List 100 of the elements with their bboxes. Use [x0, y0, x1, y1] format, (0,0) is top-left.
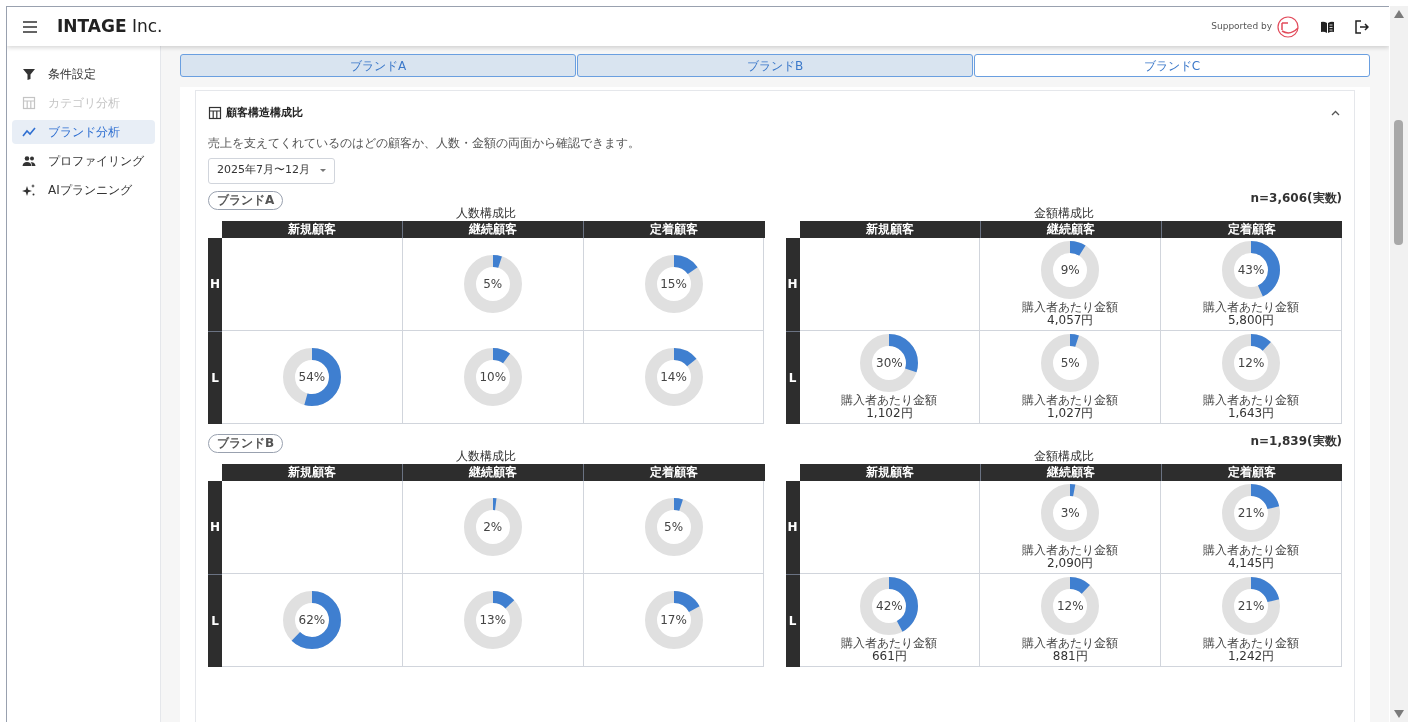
- column-header: 新規顧客: [222, 220, 403, 238]
- dropdown-caret-icon: [320, 169, 326, 172]
- percent-label: 5%: [1059, 354, 1081, 371]
- donut-chart: [644, 497, 703, 556]
- percent-label: 30%: [875, 354, 904, 371]
- percent-label: 15%: [659, 275, 688, 292]
- donut-chart: [463, 590, 522, 649]
- percent-label: 12%: [1055, 597, 1085, 614]
- column-header: 定着顧客: [1160, 463, 1342, 481]
- amount-caption: 購入者あたり金額: [1022, 393, 1119, 407]
- donut-chart: [1041, 576, 1100, 635]
- donut-chart: [463, 254, 522, 313]
- panel-title: 人数構成比: [455, 205, 518, 221]
- sidebar-item[interactable]: ブランド分析: [12, 120, 155, 144]
- row-header: H: [208, 237, 222, 331]
- menu-icon[interactable]: [23, 20, 37, 33]
- amount-value: 1,027円: [1047, 406, 1094, 420]
- sidebar-item[interactable]: 条件設定: [12, 62, 155, 86]
- row-header: H: [208, 480, 222, 574]
- amount-value: 1,242円: [1227, 649, 1275, 663]
- table-icon: [22, 96, 36, 110]
- scroll-up-icon[interactable]: [1394, 10, 1404, 18]
- sidebar-item[interactable]: AIプランニング: [12, 178, 155, 202]
- amount-caption: 購入者あたり金額: [1022, 300, 1119, 314]
- amount-value: 4,145円: [1227, 556, 1275, 570]
- brand-tab[interactable]: ブランドA: [180, 54, 576, 77]
- panel-title: 金額構成比: [1032, 205, 1095, 221]
- row-header: L: [785, 330, 800, 424]
- card-title: 顧客構造構成比: [226, 105, 303, 121]
- collapse-chevron-icon[interactable]: [1331, 109, 1340, 117]
- period-dropdown[interactable]: 2025年7月〜12月: [208, 157, 335, 184]
- amount-caption: 購入者あたり金額: [1203, 636, 1300, 650]
- scroll-down-icon[interactable]: [1394, 710, 1404, 718]
- scrollbar[interactable]: [1390, 6, 1408, 722]
- percent-label: 42%: [875, 597, 904, 614]
- donut-chart: [1222, 576, 1281, 635]
- amount-caption: 購入者あたり金額: [1022, 543, 1119, 557]
- supported-by-label: Supported by: [1211, 19, 1272, 33]
- donut-chart: [644, 254, 703, 313]
- book-icon[interactable]: [1320, 19, 1335, 34]
- amount-value: 661円: [871, 649, 907, 663]
- donut-chart: [860, 333, 919, 392]
- percent-label: 54%: [297, 368, 327, 385]
- amount-value: 1,643円: [1227, 406, 1275, 420]
- percent-label: 9%: [1059, 261, 1081, 278]
- donut-chart: [1222, 483, 1281, 542]
- percent-label: 12%: [1236, 354, 1266, 371]
- people-icon: [22, 154, 36, 168]
- amount-caption: 購入者あたり金額: [1203, 300, 1300, 314]
- table-icon: [208, 106, 222, 121]
- row-header: H: [785, 480, 800, 574]
- filter-icon: [22, 67, 36, 81]
- amount-value: 4,057円: [1047, 313, 1094, 327]
- sparkle-icon: [22, 183, 36, 197]
- column-header: 継続顧客: [979, 463, 1161, 481]
- percent-label: 21%: [1236, 597, 1266, 614]
- donut-chart: [860, 576, 919, 635]
- amount-value: 881円: [1052, 649, 1088, 663]
- trend-line-icon: [22, 125, 36, 139]
- donut-chart: [1041, 333, 1100, 392]
- percent-label: 43%: [1236, 261, 1266, 278]
- donut-chart: [463, 347, 522, 406]
- column-header: 新規顧客: [799, 220, 980, 238]
- percent-label: 21%: [1236, 504, 1266, 521]
- amount-caption: 購入者あたり金額: [1203, 543, 1300, 557]
- logout-icon[interactable]: [1355, 19, 1369, 34]
- scrollbar-thumb[interactable]: [1394, 120, 1403, 245]
- percent-label: 13%: [478, 611, 508, 628]
- percent-label: 5%: [482, 275, 504, 292]
- amount-caption: 購入者あたり金額: [1022, 636, 1119, 650]
- donut-chart: [1041, 240, 1100, 299]
- donut-chart: [644, 590, 703, 649]
- column-header: 定着顧客: [583, 463, 765, 481]
- panel-title: 人数構成比: [455, 448, 518, 464]
- amount-value: 1,102円: [866, 406, 913, 420]
- column-header: 定着顧客: [1160, 220, 1342, 238]
- amount-value: 5,800円: [1227, 313, 1275, 327]
- percent-label: 2%: [482, 518, 504, 535]
- row-header: H: [785, 237, 800, 331]
- column-header: 継続顧客: [979, 220, 1161, 238]
- row-header: L: [208, 330, 222, 424]
- amount-caption: 購入者あたり金額: [1203, 393, 1300, 407]
- partner-logo-icon: [1276, 15, 1300, 38]
- donut-chart: [282, 590, 341, 649]
- donut-chart: [282, 347, 341, 406]
- percent-label: 5%: [663, 518, 685, 535]
- brand-tab[interactable]: ブランドC: [974, 54, 1370, 77]
- column-header: 新規顧客: [222, 463, 403, 481]
- app-logo: INTAGE Inc.: [57, 14, 163, 38]
- donut-chart: [463, 497, 522, 556]
- brand-tab[interactable]: ブランドB: [577, 54, 973, 77]
- donut-chart: [644, 347, 703, 406]
- row-header: L: [208, 573, 222, 667]
- sidebar-item[interactable]: プロファイリング: [12, 149, 155, 173]
- percent-label: 62%: [297, 611, 327, 628]
- column-header: 継続顧客: [402, 220, 584, 238]
- column-header: 新規顧客: [799, 463, 980, 481]
- amount-caption: 購入者あたり金額: [841, 393, 938, 407]
- row-header: L: [785, 573, 800, 667]
- sample-size-label: n=3,606(実数): [1250, 189, 1342, 207]
